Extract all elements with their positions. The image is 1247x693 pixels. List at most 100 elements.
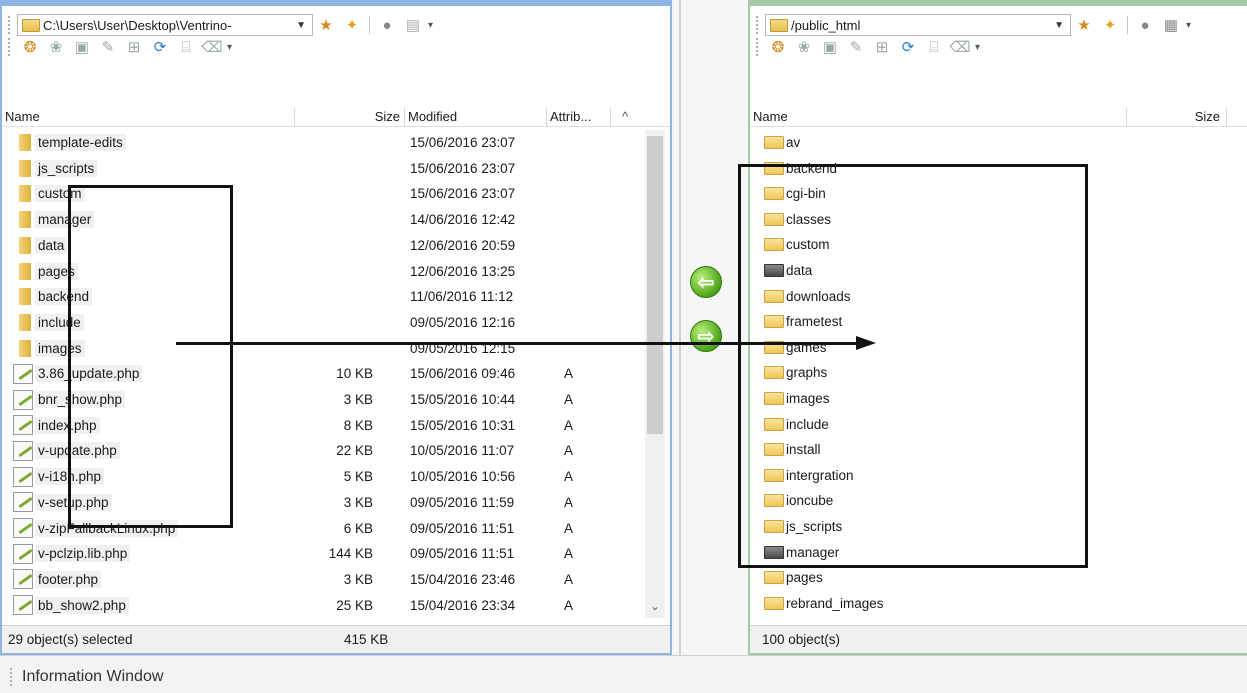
row-name: template-edits [35, 134, 126, 151]
php-file-icon [13, 492, 33, 513]
folder-icon [19, 211, 31, 229]
remote-folder-row[interactable]: av [750, 130, 1230, 155]
row-size: 3 KB [343, 571, 373, 587]
row-attrib: A [564, 366, 574, 382]
column-size[interactable]: Size [1127, 108, 1227, 126]
refresh-folder-icon[interactable]: ❂ [767, 36, 789, 58]
folder-favorites-icon[interactable]: ★ [315, 14, 337, 36]
local-action-toolbar: ❂ ❀ ▣ ✎ ⊞ ⟳ ⌸ ⌫ ▾ [2, 34, 670, 60]
folder-history-icon[interactable]: ✦ [1099, 14, 1121, 36]
refresh-icon[interactable]: ⟳ [897, 36, 919, 58]
toolbar-grip[interactable] [8, 38, 11, 56]
refresh-icon[interactable]: ⟳ [149, 36, 171, 58]
arrow-left-icon[interactable]: ⇦ [690, 266, 722, 298]
row-attrib: A [564, 392, 574, 407]
local-path-value: C:\Users\User\Desktop\Ventrino- [43, 17, 232, 33]
scroll-up-icon[interactable]: ^ [611, 108, 636, 126]
row-size: 25 KB [336, 597, 373, 613]
toolbar-overflow-icon[interactable]: ▾ [975, 42, 980, 53]
rename-icon[interactable]: ⌸ [923, 36, 945, 58]
php-file-icon [13, 363, 33, 384]
folder-icon [19, 313, 31, 331]
file-row[interactable]: footer.php 3 KB 15/04/2016 23:46 A [2, 567, 642, 592]
new-folder-icon[interactable]: ❀ [45, 36, 67, 58]
new-folder-icon[interactable]: ❀ [793, 36, 815, 58]
php-file-icon [13, 389, 33, 410]
php-file-icon [13, 569, 33, 590]
view-icon[interactable]: ▤ [402, 14, 424, 36]
annotation-arrow-head [856, 336, 876, 350]
row-modified: 12/06/2016 20:59 [410, 237, 516, 253]
row-modified: 11/06/2016 11:12 [410, 289, 514, 305]
chevron-down-icon[interactable]: ▼ [1054, 20, 1064, 31]
row-attrib: A [564, 546, 574, 562]
column-size[interactable]: Size [295, 108, 405, 126]
edit-icon[interactable]: ✎ [845, 36, 867, 58]
toolbar-overflow-icon[interactable]: ▾ [227, 42, 232, 53]
folder-icon [770, 18, 788, 32]
refresh-folder-icon[interactable]: ❂ [19, 36, 41, 58]
rename-icon[interactable]: ⌸ [175, 36, 197, 58]
php-file-icon [13, 415, 33, 436]
folder-icon [764, 571, 784, 585]
column-name[interactable]: Name [2, 108, 295, 126]
remote-folder-row[interactable]: pages [750, 565, 1230, 590]
arrow-right-icon[interactable]: ⇨ [690, 320, 722, 352]
toolbar-overflow-icon[interactable]: ▾ [1186, 20, 1191, 31]
scroll-down-icon[interactable]: ⌄ [645, 600, 665, 613]
toolbar-grip[interactable] [756, 38, 759, 56]
toolbar-grip[interactable] [8, 16, 11, 34]
stop-icon[interactable]: ● [1134, 14, 1156, 36]
file-row[interactable]: v-pclzip.lib.php 144 KB 09/05/2016 11:51 A [2, 541, 642, 566]
row-modified: 10/05/2016 11:07 [410, 443, 515, 459]
toolbar-separator [1127, 16, 1128, 34]
folder-row[interactable]: template-edits 15/06/2016 23:07 [2, 130, 642, 155]
folder-icon [19, 339, 31, 357]
row-name: av [786, 135, 801, 150]
remote-action-toolbar: ❂ ❀ ▣ ✎ ⊞ ⟳ ⌸ ⌫ ▾ [750, 34, 1247, 60]
folder-icon [764, 136, 784, 149]
php-file-icon [13, 440, 33, 461]
column-name[interactable]: Name [750, 108, 1127, 126]
row-modified: 15/04/2016 23:34 [410, 597, 516, 613]
chevron-down-icon[interactable]: ▼ [296, 20, 306, 31]
properties-icon[interactable]: ▣ [71, 36, 93, 58]
remote-folder-row[interactable]: rebrand_images [750, 591, 1230, 616]
php-file-icon [13, 518, 33, 538]
properties-icon[interactable]: ▣ [819, 36, 841, 58]
folder-history-icon[interactable]: ✦ [341, 14, 363, 36]
row-name: data [35, 236, 68, 254]
row-modified: 15/04/2016 23:46 [410, 571, 516, 587]
annotation-arrow-line [176, 342, 856, 345]
remote-status-bar: 100 object(s) [750, 625, 1247, 653]
view-icon[interactable]: ▦ [1160, 14, 1182, 36]
file-row[interactable]: bb_show2.php 25 KB 15/04/2016 23:34 A [2, 593, 642, 618]
column-modified[interactable]: Modified [405, 108, 547, 126]
delete-icon[interactable]: ⌫ [201, 36, 223, 58]
folder-icon [19, 159, 31, 177]
row-modified: 15/05/2016 10:31 [410, 417, 516, 433]
annotation-box-left [68, 185, 233, 528]
row-attrib: A [564, 469, 574, 485]
delete-icon[interactable]: ⌫ [949, 36, 971, 58]
local-path-combo[interactable]: C:\Users\User\Desktop\Ventrino- ▼ [17, 14, 313, 36]
new-file-icon[interactable]: ⊞ [871, 36, 893, 58]
scroll-thumb[interactable] [647, 136, 663, 434]
new-file-icon[interactable]: ⊞ [123, 36, 145, 58]
local-scrollbar[interactable]: ⌄ [645, 130, 665, 618]
pane-splitter[interactable] [679, 0, 681, 655]
folder-icon [764, 596, 784, 610]
remote-path-combo[interactable]: /public_html ▼ [765, 14, 1071, 36]
folder-icon [22, 18, 40, 32]
toolbar-grip[interactable] [10, 668, 12, 686]
folder-row[interactable]: js_scripts 15/06/2016 23:07 [2, 156, 642, 181]
toolbar-overflow-icon[interactable]: ▾ [428, 20, 433, 31]
folder-favorites-icon[interactable]: ★ [1073, 14, 1095, 36]
column-attrib[interactable]: Attrib... [547, 108, 611, 126]
folder-icon [19, 185, 31, 203]
edit-icon[interactable]: ✎ [97, 36, 119, 58]
toolbar-grip[interactable] [756, 16, 759, 34]
folder-icon [19, 262, 31, 280]
stop-icon[interactable]: ● [376, 14, 398, 36]
php-file-icon [13, 466, 33, 487]
